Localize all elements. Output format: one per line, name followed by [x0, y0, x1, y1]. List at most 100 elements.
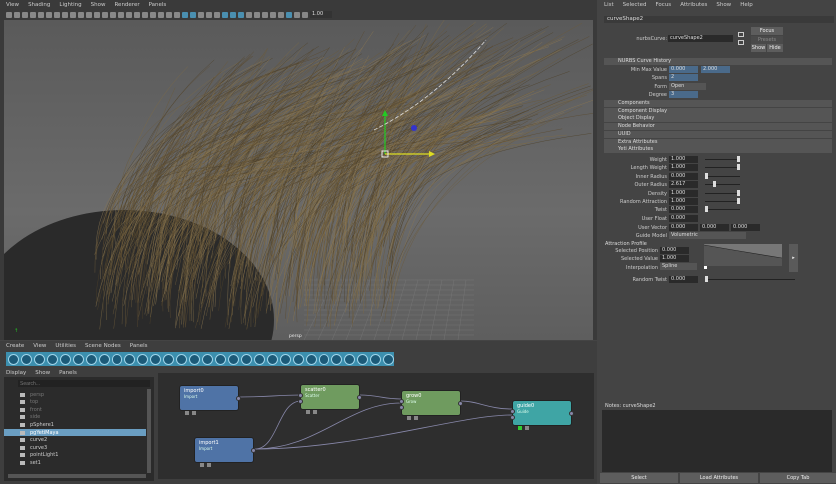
node-output-port[interactable]: [357, 395, 362, 400]
selected-value-field[interactable]: 1.000: [660, 255, 689, 262]
yeti-shelf-node-icon[interactable]: [306, 354, 317, 365]
focus-button[interactable]: Focus: [751, 27, 783, 35]
node-input-port[interactable]: [510, 415, 515, 420]
node-toggle[interactable]: [414, 416, 418, 420]
outliner-item[interactable]: top: [4, 399, 146, 406]
yeti-shelf-node-icon[interactable]: [73, 354, 84, 365]
attr-field[interactable]: 2.617: [669, 181, 698, 188]
node-input-port[interactable]: [298, 393, 303, 398]
viewport-tool-icon[interactable]: [238, 12, 244, 18]
viewport-tool-icon[interactable]: [38, 12, 44, 18]
viewport-3d-view[interactable]: ↑ persp: [4, 20, 593, 340]
viewport-tool-icon[interactable]: [22, 12, 28, 18]
viewport-tool-icon[interactable]: [142, 12, 148, 18]
max-value-field[interactable]: 2.000: [701, 66, 730, 73]
move-z-axis[interactable]: [411, 125, 417, 131]
viewport-tool-icon[interactable]: [110, 12, 116, 18]
viewport-tool-icon[interactable]: [134, 12, 140, 18]
node-import1[interactable]: import1Import: [194, 437, 254, 463]
yeti-shelf-node-icon[interactable]: [163, 354, 174, 365]
node-input-port[interactable]: [510, 409, 515, 414]
section-yeti-attributes[interactable]: Yeti Attributes: [604, 146, 832, 153]
yeti-shelf-node-icon[interactable]: [383, 354, 394, 365]
node-import0[interactable]: import0Import: [179, 385, 239, 411]
outliner-hscrollbar[interactable]: [8, 474, 146, 478]
attr-slider[interactable]: [705, 209, 740, 210]
yeti-shelf-node-icon[interactable]: [99, 354, 110, 365]
outliner-item[interactable]: pointLight1: [4, 452, 146, 459]
yeti-shelf-node-icon[interactable]: [34, 354, 45, 365]
viewport-tool-icon[interactable]: [86, 12, 92, 18]
yeti-shelf-node-icon[interactable]: [344, 354, 355, 365]
node-output-port[interactable]: [458, 401, 463, 406]
yeti-shelf-node-icon[interactable]: [112, 354, 123, 365]
attr-field[interactable]: 0.000: [669, 206, 698, 213]
yeti-shelf-node-icon[interactable]: [21, 354, 32, 365]
node-toggle[interactable]: [200, 463, 204, 467]
yeti-shelf-node-icon[interactable]: [241, 354, 252, 365]
node-input-port[interactable]: [298, 399, 303, 404]
viewport-tool-icon[interactable]: [182, 12, 188, 18]
menu-help[interactable]: Help: [740, 2, 753, 8]
attraction-profile-ramp[interactable]: [704, 244, 784, 270]
viewport-tool-icon[interactable]: [230, 12, 236, 18]
section-component-display[interactable]: Component Display: [604, 108, 832, 115]
menu-show[interactable]: Show: [716, 2, 731, 8]
viewport-tool-icon[interactable]: [246, 12, 252, 18]
outliner-item[interactable]: pSphere1: [4, 421, 146, 428]
select-button[interactable]: Select: [600, 473, 678, 483]
viewport-tool-icon[interactable]: [46, 12, 52, 18]
yeti-shelf-node-icon[interactable]: [137, 354, 148, 365]
attr-slider[interactable]: [705, 159, 740, 160]
section-nurbs-curve-history[interactable]: NURBS Curve History: [604, 58, 832, 65]
menu-lighting[interactable]: Lighting: [59, 2, 81, 8]
yeti-shelf-node-icon[interactable]: [215, 354, 226, 365]
outliner-item[interactable]: persp: [4, 391, 146, 398]
menu-shading[interactable]: Shading: [28, 2, 50, 8]
menu-renderer[interactable]: Renderer: [114, 2, 139, 8]
node-toggle[interactable]: [313, 410, 317, 414]
node-toggle[interactable]: [518, 426, 522, 430]
viewport-tool-icon[interactable]: [126, 12, 132, 18]
attr-slider[interactable]: [705, 184, 740, 185]
viewport-tool-icon[interactable]: [150, 12, 156, 18]
selected-position-field[interactable]: 0.000: [660, 247, 689, 254]
node-name-field[interactable]: curveShape2: [668, 35, 733, 42]
viewport-tool-icon[interactable]: [94, 12, 100, 18]
menu-show[interactable]: Show: [35, 370, 50, 376]
form-dropdown[interactable]: Open: [669, 83, 706, 90]
outliner-item[interactable]: pgYetiMaya: [4, 429, 146, 436]
section-uuid[interactable]: UUID: [604, 131, 832, 138]
attr-slider[interactable]: [705, 167, 740, 168]
yeti-shelf-node-icon[interactable]: [280, 354, 291, 365]
node-output-port[interactable]: [251, 448, 256, 453]
random-twist-slider[interactable]: [705, 279, 795, 280]
menu-focus[interactable]: Focus: [655, 2, 671, 8]
ramp-expand-button[interactable]: ▸: [789, 244, 798, 272]
menu-view[interactable]: View: [33, 343, 46, 349]
viewport-tool-icon[interactable]: [70, 12, 76, 18]
yeti-shelf-node-icon[interactable]: [189, 354, 200, 365]
viewport-tool-icon[interactable]: [102, 12, 108, 18]
viewport-tool-icon[interactable]: [302, 12, 308, 18]
menu-panels[interactable]: Panels: [59, 370, 77, 376]
viewport-tool-icon[interactable]: [118, 12, 124, 18]
viewport-tool-icon[interactable]: [30, 12, 36, 18]
copy-tab-button[interactable]: Copy Tab: [760, 473, 836, 483]
yeti-shelf-node-icon[interactable]: [150, 354, 161, 365]
notes-textarea[interactable]: [602, 410, 832, 472]
attr-slider[interactable]: [705, 193, 740, 194]
menu-create[interactable]: Create: [6, 343, 24, 349]
yeti-shelf-node-icon[interactable]: [86, 354, 97, 365]
outliner-vscrollbar[interactable]: [147, 389, 151, 473]
viewport-tool-icon[interactable]: [158, 12, 164, 18]
menu-show[interactable]: Show: [91, 2, 106, 8]
load-attributes-button[interactable]: Load Attributes: [680, 473, 758, 483]
viewport-tool-icon[interactable]: [294, 12, 300, 18]
node-toggle[interactable]: [525, 426, 529, 430]
yeti-shelf-node-icon[interactable]: [267, 354, 278, 365]
input-connections-icon[interactable]: [738, 32, 744, 37]
hide-button[interactable]: Hide: [767, 44, 783, 52]
menu-display[interactable]: Display: [6, 370, 26, 376]
user-vector-z[interactable]: 0.000: [731, 224, 760, 231]
